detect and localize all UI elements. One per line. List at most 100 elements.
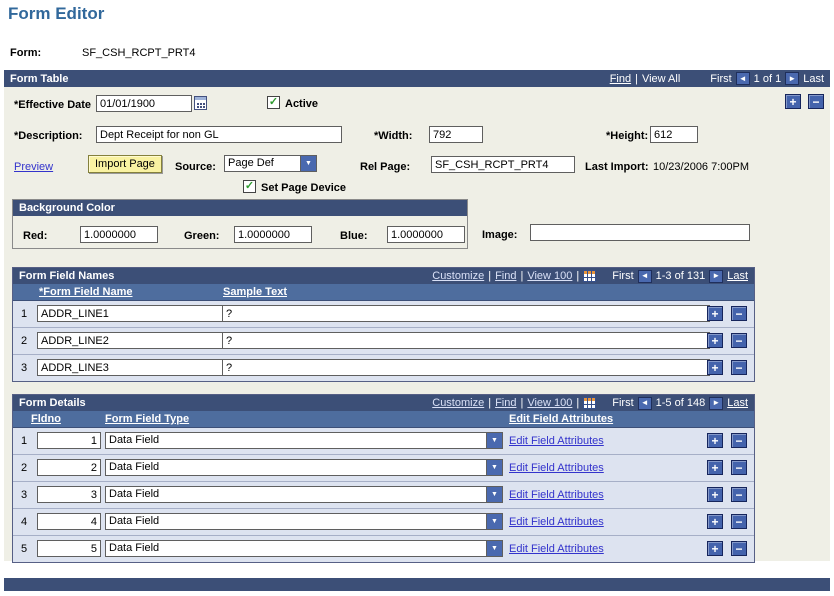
table-row: 1 + − xyxy=(13,301,754,328)
blue-input[interactable] xyxy=(387,226,465,243)
sample-text-input[interactable] xyxy=(222,305,710,322)
customize-link[interactable]: Customize xyxy=(432,270,484,282)
form-field-type-select[interactable]: Data Field ▼ xyxy=(105,486,503,503)
form-field-type-value: Data Field xyxy=(109,515,160,527)
form-field-names-title: Form Field Names xyxy=(19,270,115,282)
source-select-value: Page Def xyxy=(228,157,274,169)
column-header-edit-field-attributes[interactable]: Edit Field Attributes xyxy=(509,413,613,425)
column-header-form-field-type[interactable]: Form Field Type xyxy=(105,413,189,425)
green-input[interactable] xyxy=(234,226,312,243)
find-link[interactable]: Find xyxy=(495,397,516,409)
add-row-button[interactable]: + xyxy=(785,94,801,109)
add-row-button[interactable]: + xyxy=(707,333,723,348)
add-row-button[interactable]: + xyxy=(707,360,723,375)
page: Form Editor Form: SF_CSH_RCPT_PRT4 Form … xyxy=(0,0,834,596)
next-button[interactable]: ► xyxy=(785,72,800,85)
view-100-link[interactable]: View 100 xyxy=(527,270,572,282)
download-grid-icon[interactable] xyxy=(583,270,597,282)
import-page-button[interactable]: Import Page xyxy=(88,155,162,173)
form-field-type-select[interactable]: Data Field ▼ xyxy=(105,513,503,530)
customize-link[interactable]: Customize xyxy=(432,397,484,409)
prev-button[interactable]: ◄ xyxy=(637,396,652,410)
prev-button[interactable]: ◄ xyxy=(637,269,652,283)
edit-field-attributes-link[interactable]: Edit Field Attributes xyxy=(509,516,604,528)
fldno-input[interactable] xyxy=(37,486,101,503)
next-button[interactable]: ► xyxy=(709,396,724,410)
separator: | xyxy=(635,72,638,85)
last-link[interactable]: Last xyxy=(727,270,748,282)
fldno-input[interactable] xyxy=(37,459,101,476)
edit-field-attributes-link[interactable]: Edit Field Attributes xyxy=(509,543,604,555)
delete-row-button[interactable]: − xyxy=(731,433,747,448)
delete-row-button[interactable]: − xyxy=(731,306,747,321)
column-header-sample-text[interactable]: Sample Text xyxy=(223,286,287,298)
delete-row-button[interactable]: − xyxy=(731,487,747,502)
delete-row-button[interactable]: − xyxy=(731,360,747,375)
effective-date-input[interactable] xyxy=(96,95,192,112)
chevron-down-icon: ▼ xyxy=(486,541,502,556)
row-number: 4 xyxy=(21,516,28,528)
background-color-title: Background Color xyxy=(19,202,115,214)
find-link[interactable]: Find xyxy=(610,73,631,85)
delete-row-button[interactable]: − xyxy=(731,333,747,348)
form-field-name-input[interactable] xyxy=(37,359,225,376)
add-row-button[interactable]: + xyxy=(707,306,723,321)
separator: | xyxy=(520,397,524,409)
delete-row-button[interactable]: − xyxy=(808,94,824,109)
view-all-link[interactable]: View All xyxy=(642,73,680,85)
sample-text-input[interactable] xyxy=(222,359,710,376)
width-input[interactable] xyxy=(429,126,483,143)
table-row: 3 Data Field ▼ Edit Field Attributes + − xyxy=(13,482,754,509)
find-link[interactable]: Find xyxy=(495,270,516,282)
form-table-header-bar: Form Table Find | View All First ◄ 1 of … xyxy=(4,70,830,87)
source-select[interactable]: Page Def ▼ xyxy=(224,155,317,172)
rel-page-label: Rel Page: xyxy=(360,161,411,173)
sample-text-input[interactable] xyxy=(222,332,710,349)
form-field-name-input[interactable] xyxy=(37,305,225,322)
download-grid-icon[interactable] xyxy=(583,397,597,409)
active-checkbox[interactable]: ✓ xyxy=(267,96,280,109)
column-header-form-field-name[interactable]: *Form Field Name xyxy=(39,286,133,298)
minus-icon: − xyxy=(735,487,743,502)
fldno-input[interactable] xyxy=(37,540,101,557)
calendar-icon[interactable] xyxy=(194,96,207,110)
edit-field-attributes-link[interactable]: Edit Field Attributes xyxy=(509,489,604,501)
form-field-name-input[interactable] xyxy=(37,332,225,349)
next-button[interactable]: ► xyxy=(709,269,724,283)
fldno-input[interactable] xyxy=(37,432,101,449)
add-row-button[interactable]: + xyxy=(707,541,723,556)
form-field-type-select[interactable]: Data Field ▼ xyxy=(105,459,503,476)
delete-row-button[interactable]: − xyxy=(731,460,747,475)
edit-field-attributes-link[interactable]: Edit Field Attributes xyxy=(509,462,604,474)
set-page-device-checkbox[interactable]: ✓ xyxy=(243,180,256,193)
red-input[interactable] xyxy=(80,226,158,243)
delete-row-button[interactable]: − xyxy=(731,541,747,556)
form-field-type-select[interactable]: Data Field ▼ xyxy=(105,432,503,449)
rel-page-input[interactable] xyxy=(431,156,575,173)
active-label: Active xyxy=(285,98,319,110)
row-range: 1-3 of 131 xyxy=(655,270,706,282)
prev-arrow-icon: ◄ xyxy=(640,398,649,407)
view-100-link[interactable]: View 100 xyxy=(527,397,572,409)
add-row-button[interactable]: + xyxy=(707,460,723,475)
row-number: 1 xyxy=(21,435,28,447)
add-row-button[interactable]: + xyxy=(707,487,723,502)
chevron-down-icon: ▼ xyxy=(486,514,502,529)
last-link[interactable]: Last xyxy=(727,397,748,409)
form-field-type-select[interactable]: Data Field ▼ xyxy=(105,540,503,557)
form-field-type-value: Data Field xyxy=(109,434,160,446)
description-input[interactable] xyxy=(96,126,342,143)
edit-field-attributes-link[interactable]: Edit Field Attributes xyxy=(509,435,604,447)
preview-link[interactable]: Preview xyxy=(14,161,53,173)
image-input[interactable] xyxy=(530,224,750,241)
add-row-button[interactable]: + xyxy=(707,433,723,448)
column-header-fldno[interactable]: Fldno xyxy=(31,413,61,425)
add-row-button[interactable]: + xyxy=(707,514,723,529)
red-label: Red: xyxy=(23,230,48,242)
chevron-down-icon: ▼ xyxy=(486,487,502,502)
fldno-input[interactable] xyxy=(37,513,101,530)
table-row: 5 Data Field ▼ Edit Field Attributes + − xyxy=(13,536,754,562)
height-input[interactable] xyxy=(650,126,698,143)
delete-row-button[interactable]: − xyxy=(731,514,747,529)
prev-button[interactable]: ◄ xyxy=(735,72,750,85)
